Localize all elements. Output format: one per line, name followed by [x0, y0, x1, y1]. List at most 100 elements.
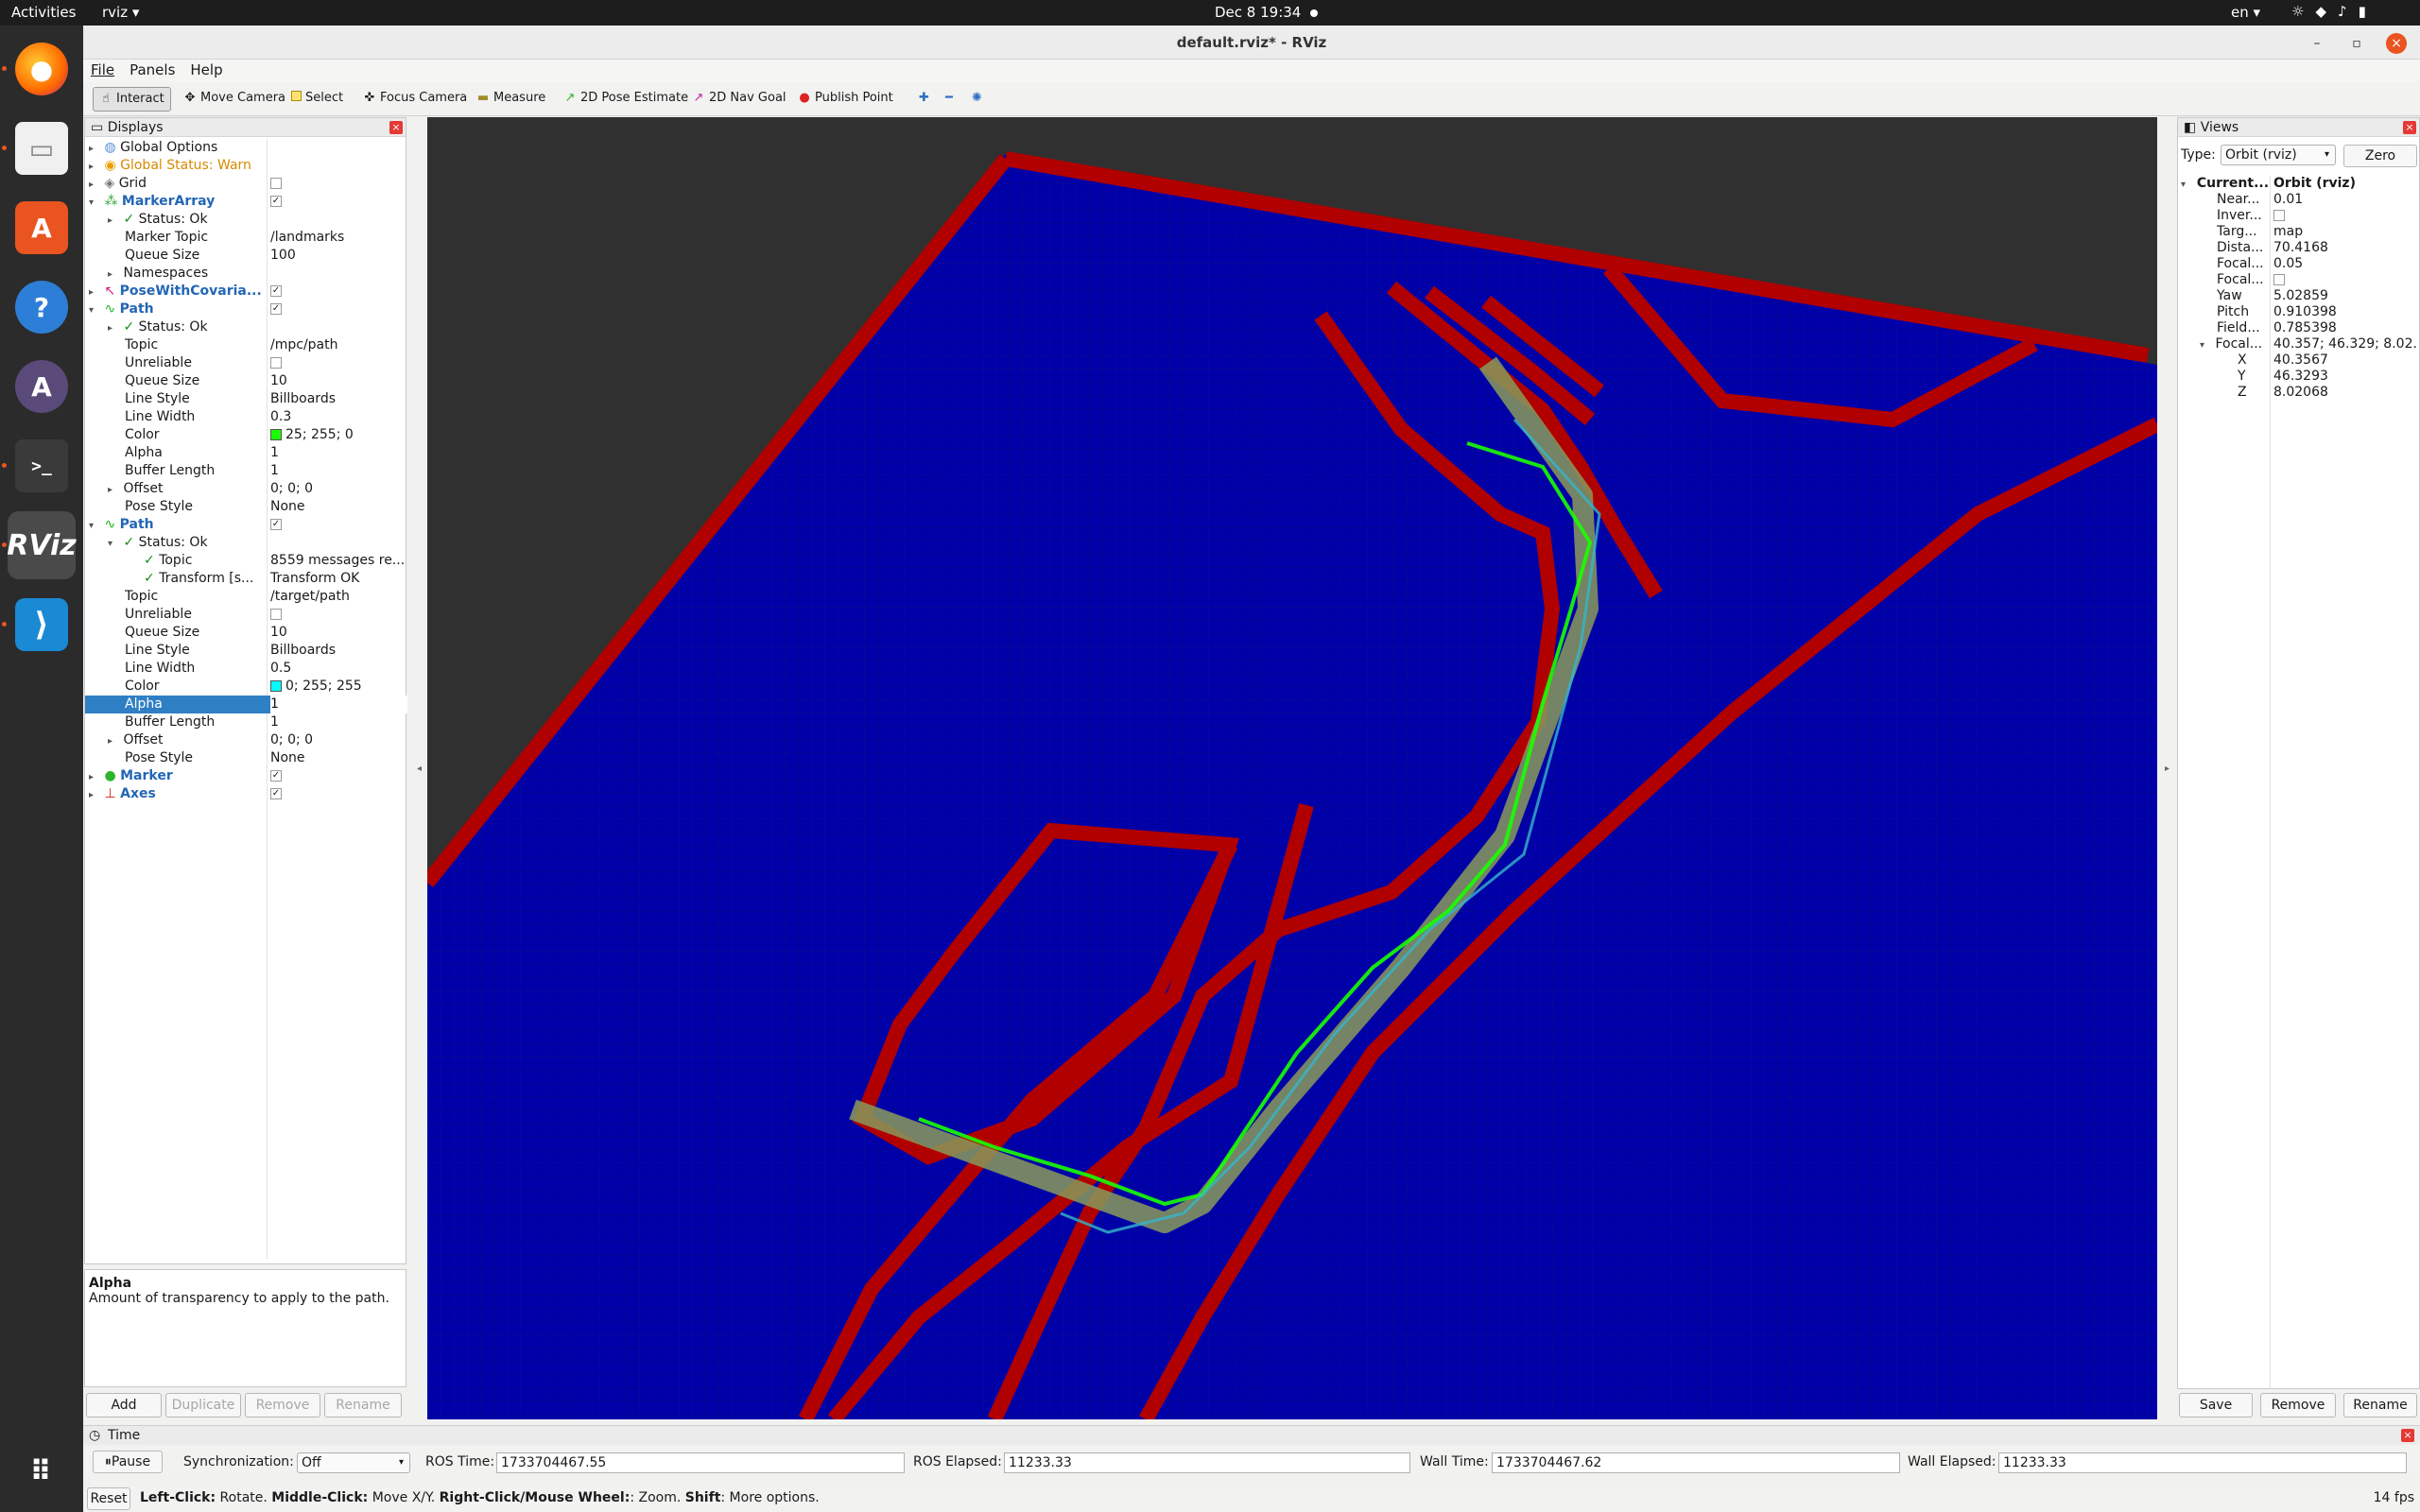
- tree-row-status[interactable]: ▸ ✓ Status: Ok: [85, 211, 407, 229]
- enable-checkbox[interactable]: ✓: [270, 770, 282, 782]
- view-row-focal-shape-fixed[interactable]: Focal...: [2179, 272, 2418, 288]
- view-row-focal-x[interactable]: X 40.3567: [2179, 352, 2418, 369]
- view-row-distance[interactable]: Dista... 70.4168: [2179, 240, 2418, 256]
- tree-row-path-mpc[interactable]: ▾ ∿ Path ✓: [85, 301, 407, 318]
- view-row-pitch[interactable]: Pitch 0.910398: [2179, 304, 2418, 320]
- color-swatch[interactable]: [270, 429, 282, 440]
- tree-row-unreliable[interactable]: Unreliable: [85, 606, 407, 624]
- activities-button[interactable]: Activities: [11, 4, 76, 21]
- render-viewport[interactable]: [427, 117, 2157, 1419]
- rename-display-button[interactable]: Rename: [324, 1393, 402, 1418]
- remove-display-button[interactable]: Remove: [245, 1393, 320, 1418]
- enable-checkbox[interactable]: ✓: [270, 303, 282, 315]
- tree-row-path-target[interactable]: ▾ ∿ Path ✓: [85, 516, 407, 534]
- enable-checkbox[interactable]: ✓: [270, 788, 282, 799]
- view-row-focal-point[interactable]: ▾ Focal... 40.357; 46.329; 8.02...: [2179, 336, 2418, 352]
- tree-row-topic[interactable]: Topic/mpc/path: [85, 336, 407, 354]
- color-swatch[interactable]: [270, 680, 282, 692]
- wall-time-field[interactable]: 1733704467.62: [1492, 1452, 1900, 1473]
- focal-fixed-checkbox[interactable]: [2273, 274, 2285, 285]
- expand-arrow-icon[interactable]: ▸: [108, 212, 119, 230]
- expand-arrow-icon[interactable]: ▸: [89, 768, 100, 786]
- view-row-yaw[interactable]: Yaw 5.02859: [2179, 288, 2418, 304]
- tree-row-line-style[interactable]: Line Style Billboards: [85, 642, 407, 660]
- focus-camera-tool[interactable]: ✜ Focus Camera: [357, 87, 473, 112]
- select-tool[interactable]: Select: [285, 87, 349, 112]
- menu-file[interactable]: File: [83, 60, 122, 80]
- tree-row-buffer-length[interactable]: Buffer Length 1: [85, 713, 407, 731]
- collapse-arrow-icon[interactable]: ▾: [89, 517, 100, 535]
- zero-button[interactable]: Zero: [2343, 145, 2417, 167]
- collapse-arrow-icon[interactable]: ▾: [89, 194, 100, 212]
- unreliable-checkbox[interactable]: [270, 609, 282, 620]
- ros-time-field[interactable]: 1733704467.55: [496, 1452, 905, 1473]
- view-row-focal-z[interactable]: Z 8.02068: [2179, 385, 2418, 401]
- save-view-button[interactable]: Save: [2179, 1393, 2253, 1418]
- alpha-editor[interactable]: 1: [270, 696, 407, 713]
- tree-row-color[interactable]: Color 25; 255; 0: [85, 426, 407, 444]
- view-row-current[interactable]: ▾ Current... Orbit (rviz): [2179, 176, 2418, 192]
- clock[interactable]: Dec 8 19:34: [1215, 4, 1319, 21]
- add-tool-button[interactable]: ✚: [913, 87, 935, 112]
- enable-checkbox[interactable]: ✓: [270, 285, 282, 297]
- pose-estimate-tool[interactable]: ↗ 2D Pose Estimate: [558, 87, 694, 112]
- view-row-near-clip[interactable]: Near... 0.01: [2179, 192, 2418, 208]
- minimize-icon[interactable]: –: [2307, 33, 2327, 54]
- dock-rviz[interactable]: RViz: [7, 511, 77, 579]
- tree-row-axes[interactable]: ▸ ⊥ Axes ✓: [85, 785, 407, 803]
- unreliable-checkbox[interactable]: [270, 357, 282, 369]
- app-menu[interactable]: rviz ▾: [102, 4, 139, 21]
- tree-row-line-style[interactable]: Line Style Billboards: [85, 390, 407, 408]
- close-panel-icon[interactable]: ×: [2401, 1429, 2414, 1442]
- tree-row-offset[interactable]: ▸ Offset 0; 0; 0: [85, 731, 407, 749]
- tree-row-alpha-selected[interactable]: Alpha 1: [85, 696, 407, 713]
- tree-row-color[interactable]: Color 0; 255; 255: [85, 678, 407, 696]
- language-indicator[interactable]: en ▾: [2231, 4, 2260, 21]
- collapse-arrow-icon[interactable]: ▾: [2200, 337, 2211, 353]
- expand-arrow-icon[interactable]: ▸: [89, 786, 100, 804]
- tree-row-global-options[interactable]: ▸ ◍ Global Options: [85, 139, 407, 157]
- ros-elapsed-field[interactable]: 11233.33: [1004, 1452, 1410, 1473]
- tree-row-pose-style[interactable]: Pose Style None: [85, 749, 407, 767]
- expand-arrow-icon[interactable]: ▸: [108, 266, 119, 284]
- expand-arrow-icon[interactable]: ▸: [108, 481, 119, 499]
- tree-row-line-width[interactable]: Line Width 0.5: [85, 660, 407, 678]
- dock-terminal[interactable]: >_: [8, 432, 76, 500]
- dock-arduino[interactable]: A: [8, 352, 76, 421]
- view-row-focal-shape-size[interactable]: Focal... 0.05: [2179, 256, 2418, 272]
- tree-row-status-topic[interactable]: ✓ Topic 8559 messages re...: [85, 552, 407, 570]
- rename-view-button[interactable]: Rename: [2343, 1393, 2417, 1418]
- expand-arrow-icon[interactable]: ▸: [89, 158, 100, 176]
- collapse-arrow-icon[interactable]: ▾: [2181, 177, 2192, 193]
- close-panel-icon[interactable]: ×: [389, 121, 403, 134]
- tree-row-status[interactable]: ▾ ✓ Status: Ok: [85, 534, 407, 552]
- tree-row-posewithcovariance[interactable]: ▸ ↖ PoseWithCovaria... ✓: [85, 283, 407, 301]
- tree-row-buffer-length[interactable]: Buffer Length 1: [85, 462, 407, 480]
- dock-files[interactable]: ▭: [8, 114, 76, 182]
- dock-vscode[interactable]: ⟩: [8, 591, 76, 659]
- dock-app-center[interactable]: A: [8, 194, 76, 262]
- window-titlebar[interactable]: default.rviz* - RViz – ▫ ×: [83, 26, 2420, 60]
- tree-row-global-status[interactable]: ▸ ◉ Global Status: Warn: [85, 157, 407, 175]
- tree-row-topic[interactable]: Topic/target/path: [85, 588, 407, 606]
- collapse-arrow-icon[interactable]: ▾: [108, 535, 119, 553]
- close-icon[interactable]: ×: [2386, 33, 2407, 54]
- tree-row-status[interactable]: ▸ ✓ Status: Ok: [85, 318, 407, 336]
- measure-tool[interactable]: ▬ Measure: [471, 87, 551, 112]
- tree-row-queue-size[interactable]: Queue Size 100: [85, 247, 407, 265]
- tree-row-offset[interactable]: ▸ Offset 0; 0; 0: [85, 480, 407, 498]
- tree-row-markerarray[interactable]: ▾ ⁂ MarkerArray ✓: [85, 193, 407, 211]
- tree-row-queue-size[interactable]: Queue Size 10: [85, 624, 407, 642]
- expand-arrow-icon[interactable]: ▸: [108, 319, 119, 337]
- sync-select[interactable]: Off ▾: [297, 1452, 410, 1473]
- view-row-invert-z[interactable]: Inver...: [2179, 208, 2418, 224]
- remove-tool-button[interactable]: ━: [940, 87, 959, 112]
- tree-row-grid[interactable]: ▸ ◈ Grid: [85, 175, 407, 193]
- invert-checkbox[interactable]: [2273, 210, 2285, 221]
- tree-row-namespaces[interactable]: ▸ Namespaces: [85, 265, 407, 283]
- view-row-focal-y[interactable]: Y 46.3293: [2179, 369, 2418, 385]
- reset-button[interactable]: Reset: [87, 1487, 130, 1510]
- expand-arrow-icon[interactable]: ▸: [89, 284, 100, 301]
- collapse-left-dock-icon[interactable]: ◂: [417, 764, 422, 774]
- expand-arrow-icon[interactable]: ▸: [89, 140, 100, 158]
